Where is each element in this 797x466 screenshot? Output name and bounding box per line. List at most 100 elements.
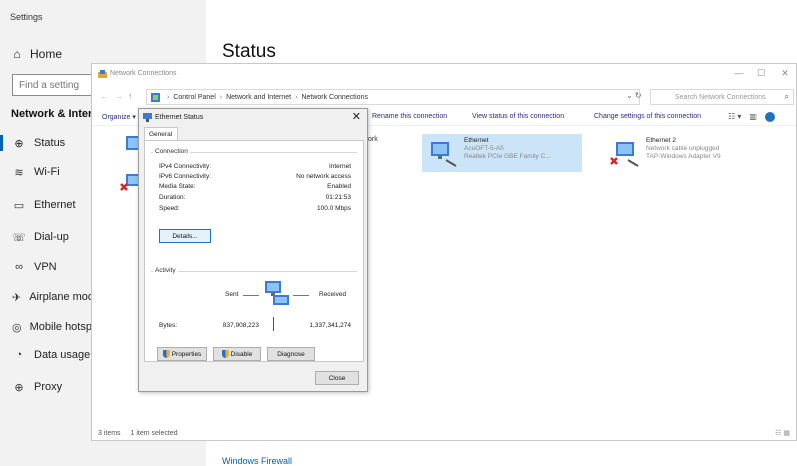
view-status-button[interactable]: View status of this connection <box>472 113 564 120</box>
sidebar-item-label: Mobile hotspot <box>29 321 92 333</box>
help-icon[interactable] <box>764 112 775 122</box>
sent-line <box>243 295 259 296</box>
duration-value: 01:21:53 <box>325 194 351 201</box>
sidebar-item-dialup[interactable]: ☏ Dial-up <box>0 226 92 248</box>
sidebar-item-airplane-mode[interactable]: ✈ Airplane mode <box>0 286 92 308</box>
home-label: Home <box>30 47 63 61</box>
up-arrow-icon[interactable]: ↑ <box>128 91 133 101</box>
globe-icon: ⊕ <box>14 137 24 150</box>
close-icon[interactable]: ✕ <box>776 68 794 79</box>
properties-button[interactable]: Properties <box>157 347 207 361</box>
received-line <box>293 295 309 296</box>
speed-label: Speed: <box>159 205 180 212</box>
organize-menu[interactable]: Organize ▾ <box>102 113 136 121</box>
globe-icon: ⊕ <box>14 381 24 394</box>
breadcrumb-separator-icon: › <box>167 93 170 101</box>
settings-window-title: Settings <box>10 12 43 22</box>
properties-button-label: Properties <box>171 350 202 358</box>
sidebar-item-label: Wi-Fi <box>34 166 60 178</box>
ipv6-value: No network access <box>296 173 351 180</box>
group-divider <box>151 271 357 272</box>
sidebar-item-label: Airplane mode <box>29 291 92 303</box>
wifi-icon: ≋ <box>14 166 24 179</box>
change-settings-button[interactable]: Change settings of this connection <box>594 113 701 120</box>
item-count: 3 items <box>98 430 121 437</box>
media-state-value: Enabled <box>327 183 351 190</box>
close-button[interactable]: Close <box>315 371 359 385</box>
connection-status: Network cable unplugged <box>646 145 720 152</box>
address-bar[interactable]: › Control Panel › Network and Internet ›… <box>146 89 640 105</box>
details-button[interactable]: Details... <box>159 229 211 243</box>
media-state-label: Media State: <box>159 183 196 190</box>
shield-icon <box>221 350 229 358</box>
maximize-icon[interactable]: ☐ <box>752 68 770 79</box>
hotspot-icon: ◎ <box>12 321 22 334</box>
back-arrow-icon[interactable]: ← <box>100 91 109 101</box>
vpn-icon: ∞ <box>15 261 23 273</box>
breadcrumb-network-connections[interactable]: Network Connections <box>301 94 368 101</box>
sidebar-item-label: Dial-up <box>34 231 69 243</box>
connection-status: AcuOFT-5-A5 <box>464 145 504 152</box>
close-icon[interactable]: ✕ <box>352 110 361 123</box>
network-activity-icon <box>265 281 289 305</box>
sidebar-item-mobile-hotspot[interactable]: ◎ Mobile hotspot <box>0 316 92 338</box>
sidebar-item-proxy[interactable]: ⊕ Proxy <box>0 376 92 398</box>
sidebar-item-vpn[interactable]: ∞ VPN <box>0 256 92 278</box>
home-icon: ⌂ <box>13 47 21 61</box>
received-label: Received <box>319 291 347 298</box>
sidebar-item-label: VPN <box>34 261 57 273</box>
sidebar-item-wifi[interactable]: ≋ Wi-Fi <box>0 161 92 183</box>
sent-label: Sent <box>225 291 239 298</box>
bytes-divider <box>273 317 274 331</box>
connection-group-label: Connection <box>153 148 190 155</box>
search-placeholder: Search Network Connections <box>675 93 766 101</box>
sidebar-item-label: Data usage <box>34 349 91 361</box>
window-title: Network Connections <box>110 70 177 77</box>
sidebar-item-label: Proxy <box>34 381 63 393</box>
view-toggle-icons[interactable]: ☷ ▦ <box>775 429 790 437</box>
refresh-icon[interactable]: ⌄ ↻ <box>626 91 642 100</box>
minimize-button[interactable]: — <box>730 68 748 78</box>
page-title: Status <box>222 41 276 62</box>
disable-button[interactable]: Disable <box>213 347 261 361</box>
rename-connection-button[interactable]: Rename this connection <box>372 113 447 120</box>
breadcrumb-network-internet[interactable]: Network and Internet <box>226 94 291 101</box>
address-row: ← → ↑ › Control Panel › Network and Inte… <box>92 87 796 107</box>
view-menu-icon[interactable]: ☷ ▾ <box>728 112 741 122</box>
network-folder-icon <box>98 70 107 78</box>
breadcrumb-separator-icon: › <box>219 93 223 101</box>
duration-label: Duration: <box>159 194 186 201</box>
network-adapter-icon <box>143 113 152 122</box>
tab-general[interactable]: General <box>144 127 178 141</box>
ipv4-label: IPv4 Connectivity: <box>159 163 212 170</box>
sidebar-item-ethernet[interactable]: ▭ Ethernet <box>0 194 92 216</box>
breadcrumb-control-panel[interactable]: Control Panel <box>173 94 215 101</box>
airplane-icon: ✈ <box>12 291 22 304</box>
ethernet-status-dialog: Ethernet Status ✕ General Connection IPv… <box>138 108 368 392</box>
sidebar-item-status[interactable]: ⊕ Status <box>0 132 92 154</box>
sidebar-item-label: Ethernet <box>34 199 76 211</box>
dialog-title: Ethernet Status <box>155 114 204 121</box>
bytes-sent-value: 837,908,223 <box>222 322 259 329</box>
control-panel-icon <box>151 92 160 102</box>
preview-pane-icon[interactable]: ▥ <box>749 112 757 122</box>
diagnose-button[interactable]: Diagnose <box>267 347 315 361</box>
sidebar-item-data-usage[interactable]: ◔ Data usage <box>0 344 92 366</box>
connection-adapter: TAP-Windows Adapter V9 <box>646 153 721 160</box>
forward-arrow-icon[interactable]: → <box>114 91 123 101</box>
ethernet-connection-item[interactable]: Ethernet AcuOFT-5-A5 Realtek PCIe GBE Fa… <box>422 134 582 172</box>
data-usage-icon: ◔ <box>15 349 23 361</box>
search-icon: ⌕ <box>784 92 789 101</box>
disconnected-adapter-icon <box>610 142 639 167</box>
title-bar[interactable]: Network Connections — ☐ ✕ <box>92 64 796 86</box>
ethernet-2-connection-item[interactable]: Ethernet 2 Network cable unplugged TAP-W… <box>604 134 754 172</box>
connection-adapter: Realtek PCIe GBE Family C... <box>464 153 551 160</box>
ethernet-icon: ▭ <box>13 199 25 212</box>
general-panel: Connection IPv4 Connectivity: Internet I… <box>144 140 364 362</box>
search-input[interactable]: Search Network Connections ⌕ <box>650 89 794 105</box>
windows-firewall-link[interactable]: Windows Firewall <box>222 456 292 466</box>
sidebar-item-label: Status <box>34 137 66 149</box>
shield-icon <box>162 350 170 358</box>
phone-icon: ☏ <box>12 231 26 244</box>
connection-name: Ethernet <box>464 137 489 144</box>
